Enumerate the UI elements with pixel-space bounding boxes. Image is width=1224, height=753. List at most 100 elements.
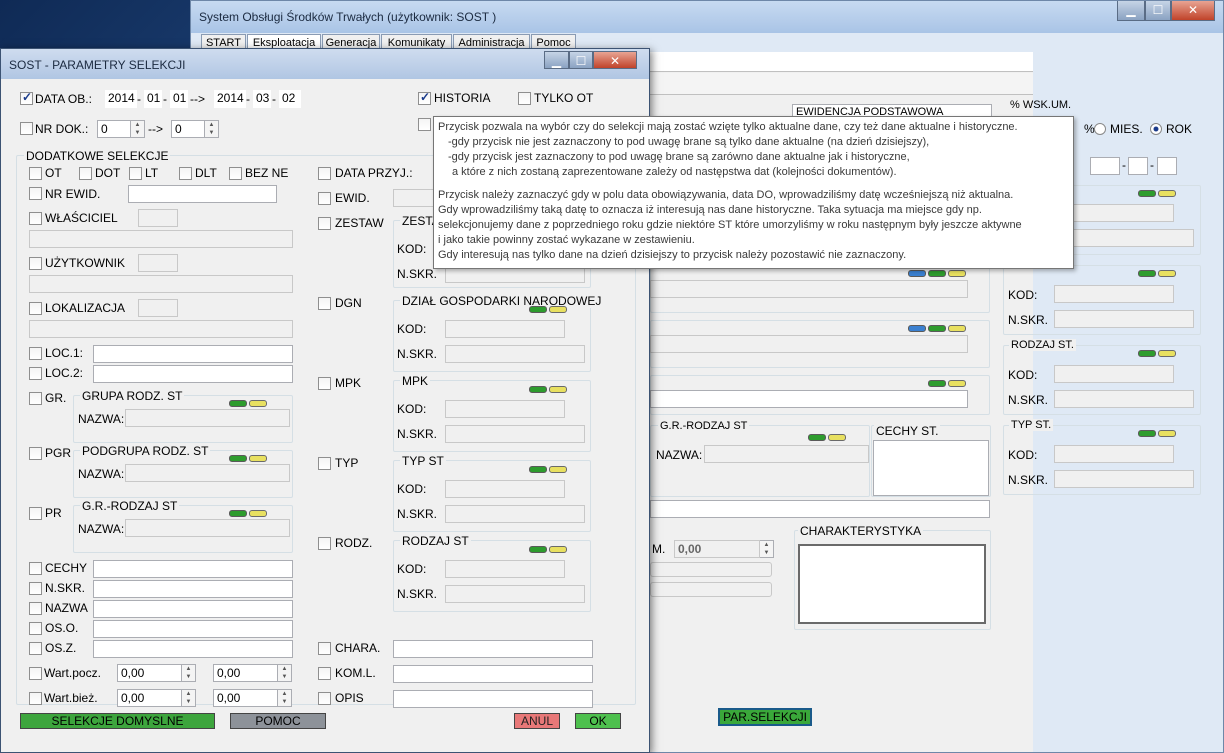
nr-dok-from-spinner[interactable]: ▲ ▼ xyxy=(131,120,145,138)
lokalizacja-code[interactable] xyxy=(138,299,178,317)
typ-checkbox[interactable] xyxy=(318,457,331,470)
gr-rodzaj-nazwa-input[interactable] xyxy=(125,519,290,537)
loc1-input[interactable] xyxy=(93,345,293,363)
main-um-field[interactable]: 0,00 xyxy=(674,540,760,558)
main-grrodzaj-nazwa[interactable] xyxy=(704,445,869,463)
main-mid1-yellow[interactable] xyxy=(948,270,966,277)
grupa-nazwa-input[interactable] xyxy=(125,409,290,427)
wart-pocz-to-spinner[interactable]: ▲ ▼ xyxy=(278,664,292,682)
nr-ewid-checkbox[interactable] xyxy=(29,187,42,200)
wart-biez-checkbox[interactable] xyxy=(29,692,42,705)
main-g1-green[interactable] xyxy=(1138,190,1156,197)
wart-pocz-to[interactable]: 0,00 xyxy=(213,664,278,682)
podgrupa-green-button[interactable] xyxy=(229,455,247,462)
nr-ewid-input[interactable] xyxy=(128,185,277,203)
rodz-checkbox[interactable] xyxy=(318,537,331,550)
uzytkownik-checkbox[interactable] xyxy=(29,257,42,270)
gr-rodzaj-yellow-button[interactable] xyxy=(249,510,267,517)
main-mid2-yellow[interactable] xyxy=(948,325,966,332)
main-g2-yellow[interactable] xyxy=(1158,270,1176,277)
podgrupa-nazwa-input[interactable] xyxy=(125,464,290,482)
wlasciciel-name[interactable] xyxy=(29,230,293,248)
dot-checkbox[interactable] xyxy=(79,167,92,180)
mpk-yellow-button[interactable] xyxy=(549,386,567,393)
osz-input[interactable] xyxy=(93,640,293,658)
lokalizacja-checkbox[interactable] xyxy=(29,302,42,315)
rodzaj-nskr-input[interactable] xyxy=(445,585,585,603)
date-to-month[interactable]: 03 xyxy=(253,90,271,108)
minimize-button[interactable]: ▁ xyxy=(1117,1,1145,21)
dgn-kod-input[interactable] xyxy=(445,320,565,338)
main-g2-nskr[interactable] xyxy=(1054,310,1194,328)
grupa-green-button[interactable] xyxy=(229,400,247,407)
par-selekcji-button[interactable]: PAR.SELEKCJI xyxy=(718,708,812,726)
dgn-nskr-input[interactable] xyxy=(445,345,585,363)
main-mid1-green[interactable] xyxy=(928,270,946,277)
chara-input[interactable] xyxy=(393,640,593,658)
main-btn-b[interactable] xyxy=(650,582,772,597)
loc2-input[interactable] xyxy=(93,365,293,383)
oso-input[interactable] xyxy=(93,620,293,638)
ok-button[interactable]: OK xyxy=(575,713,621,729)
ot-checkbox[interactable] xyxy=(29,167,42,180)
date-to-day[interactable]: 02 xyxy=(279,90,301,108)
mies-radio[interactable] xyxy=(1094,123,1106,135)
wart-biez-to-spinner[interactable]: ▲ ▼ xyxy=(278,689,292,707)
dialog-title-bar[interactable]: SOST - PARAMETRY SELEKCJI ▁ ☐ ✕ xyxy=(1,49,649,79)
main-mid3-yellow[interactable] xyxy=(948,380,966,387)
date-field-c[interactable] xyxy=(1157,157,1177,175)
main-rodzaj-kod[interactable] xyxy=(1054,365,1174,383)
close-button[interactable]: ✕ xyxy=(1171,1,1215,21)
main-grrodzaj-green[interactable] xyxy=(808,434,826,441)
lt-checkbox[interactable] xyxy=(129,167,142,180)
main-typ-nskr[interactable] xyxy=(1054,470,1194,488)
wlasciciel-checkbox[interactable] xyxy=(29,212,42,225)
uzytkownik-name[interactable] xyxy=(29,275,293,293)
nskr-input[interactable] xyxy=(93,580,293,598)
nr-dok-to[interactable]: 0 xyxy=(171,120,205,138)
main-charakterystyka-box[interactable] xyxy=(798,544,986,624)
nr-dok-from[interactable]: 0 xyxy=(97,120,131,138)
ewid-checkbox[interactable] xyxy=(318,192,331,205)
mpk-kod-input[interactable] xyxy=(445,400,565,418)
main-mid2-green[interactable] xyxy=(928,325,946,332)
lokalizacja-name[interactable] xyxy=(29,320,293,338)
zestaw-checkbox[interactable] xyxy=(318,217,331,230)
maximize-button[interactable]: ☐ xyxy=(1145,1,1171,21)
pr-checkbox[interactable] xyxy=(29,507,42,520)
rodzaj-yellow-button[interactable] xyxy=(549,546,567,553)
chara-checkbox[interactable] xyxy=(318,642,331,655)
pomoc-button[interactable]: POMOC xyxy=(230,713,326,729)
date-field-b[interactable] xyxy=(1128,157,1148,175)
rodzaj-kod-input[interactable] xyxy=(445,560,565,578)
date-from-month[interactable]: 01 xyxy=(144,90,162,108)
tylko-ot-checkbox[interactable] xyxy=(518,92,531,105)
main-rodzaj-green[interactable] xyxy=(1138,350,1156,357)
koml-checkbox[interactable] xyxy=(318,667,331,680)
pgr-checkbox[interactable] xyxy=(29,447,42,460)
typ-yellow-button[interactable] xyxy=(549,466,567,473)
nr-dok-checkbox[interactable] xyxy=(20,122,33,135)
main-mid2-field[interactable] xyxy=(650,335,968,353)
opis-input[interactable] xyxy=(393,690,593,708)
oso-checkbox[interactable] xyxy=(29,622,42,635)
data-przyj-checkbox[interactable] xyxy=(318,167,331,180)
mpk-checkbox[interactable] xyxy=(318,377,331,390)
main-mid1-blue[interactable] xyxy=(908,270,926,277)
wart-pocz-from[interactable]: 0,00 xyxy=(117,664,182,682)
loc1-checkbox[interactable] xyxy=(29,347,42,360)
grupa-yellow-button[interactable] xyxy=(249,400,267,407)
main-mid3-field[interactable] xyxy=(650,390,968,408)
nskr-checkbox[interactable] xyxy=(29,582,42,595)
loc2-checkbox[interactable] xyxy=(29,367,42,380)
main-rodzaj-nskr[interactable] xyxy=(1054,390,1194,408)
rodzaj-green-button[interactable] xyxy=(529,546,547,553)
main-g2-kod[interactable] xyxy=(1054,285,1174,303)
wart-biez-from-spinner[interactable]: ▲ ▼ xyxy=(182,689,196,707)
main-typ-yellow[interactable] xyxy=(1158,430,1176,437)
osz-checkbox[interactable] xyxy=(29,642,42,655)
bez-ne-checkbox[interactable] xyxy=(229,167,242,180)
dialog-maximize-button[interactable]: ☐ xyxy=(569,51,593,69)
uzytkownik-code[interactable] xyxy=(138,254,178,272)
dialog-minimize-button[interactable]: ▁ xyxy=(544,51,569,69)
